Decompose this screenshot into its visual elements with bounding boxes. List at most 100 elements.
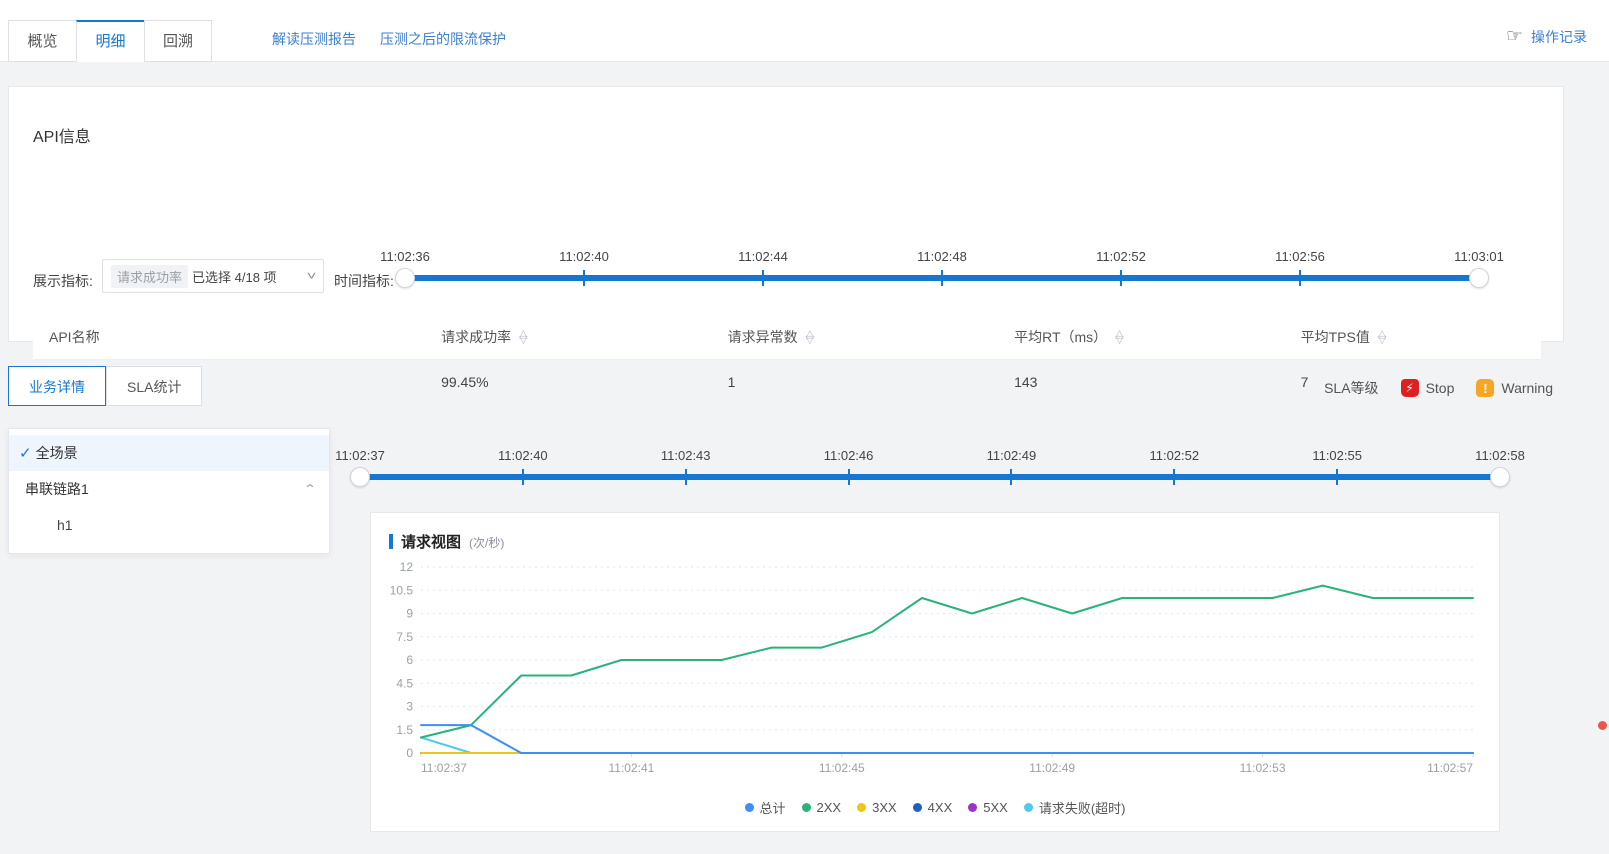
api-cell-error_count[interactable]: 1 (712, 360, 999, 405)
sla-warning-item[interactable]: ! Warning (1476, 379, 1553, 397)
operation-log-button[interactable]: ☞ 操作记录 (1506, 27, 1587, 47)
legend-item-2[interactable]: 3XX (857, 798, 897, 817)
api-table-col-3[interactable]: 平均RT（ms） △ ▽ (998, 315, 1285, 360)
business-tab-0[interactable]: 业务详情 (8, 366, 106, 406)
legend-item-3[interactable]: 4XX (912, 798, 953, 817)
business-slider-tick-label-1: 11:02:40 (498, 448, 548, 463)
header-links: 解读压测报告 压测之后的限流保护 (272, 29, 506, 49)
x-tick-label-4: 11:02:53 (1240, 761, 1286, 775)
chevron-down-icon: ˅ (306, 269, 317, 283)
api-cell-success_rate: 99.45% (441, 374, 489, 390)
tree-item-1[interactable]: 串联链路1 ⌃ (9, 471, 329, 507)
business-slider-tick-2 (684, 469, 687, 485)
request-view-chart-card: 请求视图 (次/秒) 0 1.5 3 4.5 6 7.5 9 10.5 12 11:02:37 11… (370, 512, 1500, 832)
api-table-col-inner-4: 平均TPS值 △ ▽ (1301, 327, 1387, 347)
sla-warning-icon: ! (1476, 379, 1495, 397)
api-slider-tick-labels: 11:02:36 11:02:40 11:02:44 11:02:48 11:02:52… (380, 249, 1504, 269)
sort-toggle-icon-2[interactable]: △ ▽ (805, 329, 815, 346)
api-table-col-1[interactable]: 请求成功率 △ ▽ (425, 315, 712, 360)
y-tick-label-7: 10.5 (390, 583, 414, 597)
y-tick-label-0: 0 (406, 746, 413, 760)
header-link-0[interactable]: 解读压测报告 (272, 29, 356, 49)
legend-label-0: 总计 (759, 801, 786, 816)
api-table-col-2[interactable]: 请求异常数 △ ▽ (711, 315, 999, 360)
legend-label-4: 5XX (983, 800, 1008, 815)
scenario-tree: ✓ 全场景串联链路1 ⌃ h1 (8, 428, 330, 554)
legend-color-dot-0 (744, 803, 754, 812)
metric-tag: 请求成功率 (111, 264, 189, 288)
api-table-col-label-4: 平均TPS值 (1300, 329, 1370, 345)
api-cell-avg_rt: 143 (1014, 374, 1038, 390)
legend-color-dot-1 (801, 803, 811, 812)
api-slider-tick-2 (762, 270, 764, 286)
sla-legend: SLA等级 ⚡ Stop ! Warning (1324, 378, 1553, 398)
metric-selected-count: 已选择 4/18 项 (192, 269, 277, 285)
legend-item-1[interactable]: 2XX (801, 798, 842, 817)
business-slider-tick-label-3: 11:02:46 (823, 448, 874, 463)
tree-item-0[interactable]: ✓ 全场景 (9, 435, 329, 471)
business-slider-tick-3 (847, 469, 850, 485)
api-slider-tick-label-2: 11:02:44 (738, 249, 788, 264)
legend-color-dot-2 (857, 803, 867, 812)
main-tab-0[interactable]: 概览 (8, 20, 76, 62)
api-table-col-4[interactable]: 平均TPS值 △ ▽ (1284, 315, 1541, 360)
api-table-head: API名称 请求成功率 △ ▽ 请求异常数 △ ▽ 平均RT（ms） △ ▽ 平均TPS值 △ ▽ (33, 315, 1541, 360)
legend-label-3: 4XX (927, 800, 953, 815)
business-tab-1[interactable]: SLA统计 (106, 366, 203, 406)
api-slider-tick-3 (941, 270, 943, 286)
chart-accent-bar (389, 534, 393, 549)
chevron-up-icon[interactable]: ⌃ (303, 482, 316, 496)
x-tick-label-2: 11:02:45 (819, 761, 865, 775)
display-metric-select[interactable]: 请求成功率 已选择 4/18 项 ˅ (102, 259, 324, 293)
business-slider-handle-end[interactable] (1490, 467, 1510, 487)
api-table-col-label-2: 请求异常数 (727, 329, 798, 345)
y-tick-label-2: 3 (406, 700, 413, 714)
legend-color-dot-5 (1023, 803, 1033, 812)
business-slider-tick-6 (1336, 469, 1339, 485)
legend-label-2: 3XX (872, 800, 897, 815)
pointing-hand-icon: ☞ (1505, 25, 1523, 47)
api-table-header-row: API名称 请求成功率 △ ▽ 请求异常数 △ ▽ 平均RT（ms） △ ▽ 平均TPS值 △ ▽ (33, 315, 1541, 360)
business-slider-tick-label-6: 11:02:55 (1312, 448, 1362, 463)
sort-toggle-icon-4[interactable]: △ ▽ (1378, 329, 1386, 346)
chart-plot-area: 0 1.5 3 4.5 6 7.5 9 10.5 12 11:02:37 11:02:41 11:02… (371, 557, 1501, 787)
api-slider-tick-label-1: 11:02:40 (559, 249, 609, 264)
legend-label-5: 请求失败(超时) (1038, 801, 1126, 816)
table-row: h199.45%11437 (33, 360, 1541, 405)
business-slider-tick-label-4: 11:02:49 (986, 448, 1037, 463)
business-slider-track[interactable] (350, 467, 1510, 487)
tree-item-label-2: h1 (57, 517, 73, 533)
sort-desc-icon: ▽ (805, 334, 815, 346)
api-slider-tick-label-5: 11:02:56 (1275, 249, 1325, 264)
business-slider-tick-1 (521, 469, 524, 485)
legend-item-4[interactable]: 5XX (968, 798, 1008, 817)
main-tab-1[interactable]: 明细 (76, 20, 144, 62)
api-table-col-0: API名称 (33, 315, 426, 360)
legend-label-1: 2XX (816, 800, 842, 815)
time-metric-label: 时间指标: (334, 273, 394, 289)
header-link-1[interactable]: 压测之后的限流保护 (380, 29, 506, 49)
sort-toggle-icon-1[interactable]: △ ▽ (519, 329, 527, 346)
business-time-slider[interactable]: 11:02:37 11:02:40 11:02:43 11:02:46 11:02:49… (335, 448, 1525, 487)
business-slider-tick-labels: 11:02:37 11:02:40 11:02:43 11:02:46 11:02:49… (335, 448, 1525, 468)
api-slider-tick-label-6: 11:03:01 (1454, 249, 1504, 264)
series-line-2XX (420, 584, 1474, 739)
business-slider-handle-start[interactable] (350, 467, 370, 487)
legend-item-0[interactable]: 总计 (744, 798, 786, 817)
tree-item-label-1: 串联链路1 (25, 481, 89, 497)
sort-toggle-icon-3[interactable]: △ ▽ (1115, 329, 1123, 346)
y-tick-label-3: 4.5 (396, 676, 413, 690)
business-slider-tick-5 (1173, 469, 1176, 485)
api-slider-handle-start[interactable] (395, 268, 415, 288)
sla-stop-item[interactable]: ⚡ Stop (1400, 379, 1454, 397)
main-tab-2[interactable]: 回溯 (144, 20, 213, 62)
scroll-marker-dot (1598, 721, 1607, 730)
legend-item-5[interactable]: 请求失败(超时) (1023, 798, 1126, 817)
tree-item-2[interactable]: h1 (9, 507, 329, 543)
api-slider-tick-label-4: 11:02:52 (1096, 249, 1146, 264)
chart-title: 请求视图 (401, 534, 462, 551)
api-time-slider[interactable]: 11:02:36 11:02:40 11:02:44 11:02:48 11:02:52… (380, 249, 1504, 288)
api-slider-track[interactable] (395, 268, 1489, 288)
display-metric-label: 展示指标: (33, 273, 93, 289)
api-slider-handle-end[interactable] (1469, 268, 1489, 288)
